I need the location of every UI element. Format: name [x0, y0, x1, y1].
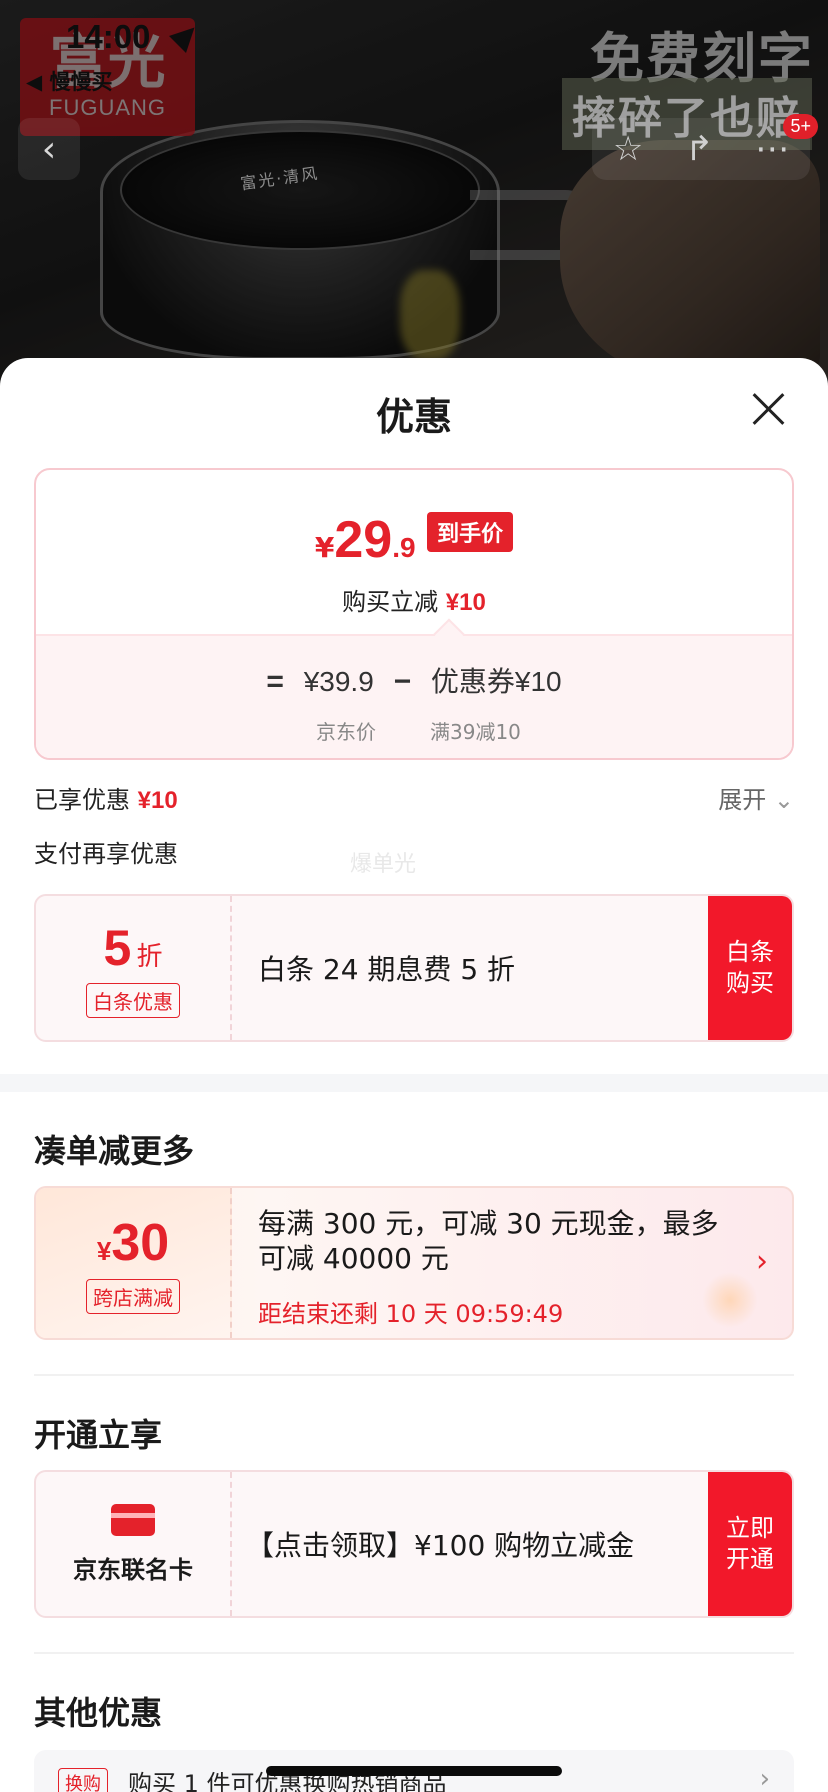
- watermark-text: 爆单光: [350, 852, 417, 877]
- chevron-down-icon: ⌄: [773, 786, 794, 814]
- fullcut-tag: 跨店满减: [86, 1278, 180, 1314]
- final-price-decimal: .9: [392, 532, 416, 563]
- formula-jd-price: ¥39.9: [303, 666, 374, 697]
- final-price: ¥29.9 到手价: [36, 510, 792, 570]
- enjoyed-discount-amount: ¥10: [137, 787, 178, 814]
- discount-sheet: 优惠 ¥29.9 到手价 购买立减 ¥10 = ¥39.9 − 优惠券¥10 京…: [0, 358, 828, 1792]
- final-price-tag: 到手价: [427, 512, 514, 552]
- enjoyed-discount: 已享优惠 ¥10: [34, 780, 178, 815]
- instant-discount-label: 购买立减: [342, 588, 439, 616]
- baitiao-coupon: 5 折 白条优惠 白条 24 期息费 5 折 白条 购买: [34, 894, 794, 1042]
- open-now-button[interactable]: 立即 开通: [708, 1472, 792, 1616]
- final-price-currency: ¥: [314, 531, 335, 564]
- sheet-title: 优惠: [375, 395, 452, 439]
- formula-coupon-label: 满39减10: [430, 720, 521, 744]
- cross-store-fullcut-card[interactable]: ¥30 跨店满减 每满 300 元，可减 30 元现金，最多可减 40000 元…: [34, 1186, 794, 1340]
- final-price-card: ¥29.9 到手价 购买立减 ¥10 = ¥39.9 − 优惠券¥10 京东价 …: [34, 468, 794, 760]
- price-formula-box: = ¥39.9 − 优惠券¥10 京东价 满39减10: [36, 634, 792, 758]
- baitiao-desc: 白条 24 期息费 5 折: [258, 953, 516, 986]
- modal-overlay[interactable]: [0, 0, 828, 380]
- enjoyed-discount-label: 已享优惠: [34, 786, 130, 814]
- fullcut-left: ¥30 跨店满减: [36, 1188, 232, 1338]
- formula-equals: =: [266, 665, 284, 698]
- credit-card-icon: [111, 1503, 155, 1536]
- exchange-tag: 换购: [58, 1768, 108, 1792]
- section-divider: [0, 1074, 828, 1092]
- section-title-more: 凑单减更多: [34, 1132, 195, 1170]
- divider-line: [34, 1374, 794, 1376]
- baitiao-discount-unit: 折: [136, 941, 163, 972]
- status-bar-time: 14:00: [66, 18, 151, 55]
- fullcut-text: 每满 300 元，可减 30 元现金，最多可减 40000 元: [258, 1207, 719, 1275]
- chevron-right-icon: ›: [759, 1764, 770, 1792]
- star-icon[interactable]: ☆: [613, 129, 643, 169]
- chevron-right-icon: ›: [756, 1244, 768, 1279]
- chevron-left-icon: ‹: [41, 128, 57, 170]
- formula-minus: −: [393, 665, 412, 698]
- divider-line: [34, 1652, 794, 1654]
- final-price-integer: 29: [334, 511, 393, 569]
- close-icon[interactable]: [746, 386, 792, 432]
- baitiao-coupon-left: 5 折 白条优惠: [36, 896, 232, 1040]
- home-indicator[interactable]: [266, 1766, 562, 1776]
- open-now-line1: 立即: [726, 1513, 774, 1542]
- baitiao-buy-button[interactable]: 白条 购买: [708, 896, 792, 1040]
- formula-jd-price-label: 京东价: [316, 720, 376, 744]
- sparkle-decoration: [702, 1272, 758, 1328]
- instant-discount: 购买立减 ¥10: [36, 582, 792, 617]
- product-image-background: 富光·清风 富光 FUGUANG 免费刻字 摔碎了也赔 14:00 ◀ 慢慢买 …: [0, 0, 828, 380]
- top-action-group: ☆ ↱ ⋯: [592, 118, 810, 180]
- instant-discount-amount: ¥10: [445, 589, 486, 616]
- baitiao-buy-line2: 购买: [726, 969, 774, 997]
- fullcut-amount: 30: [111, 1213, 170, 1272]
- baitiao-tag: 白条优惠: [86, 982, 180, 1018]
- formula-coupon: 优惠券¥10: [430, 666, 562, 697]
- back-button[interactable]: ‹: [18, 118, 80, 180]
- baitiao-discount-number: 5: [103, 919, 132, 976]
- expand-label: 展开: [718, 786, 767, 814]
- more-icon[interactable]: ⋯: [755, 129, 789, 169]
- cobrand-desc: 【点击领取】¥100 购物立减金: [246, 1529, 635, 1562]
- share-icon[interactable]: ↱: [685, 129, 714, 169]
- pay-more-label: 支付再享优惠: [34, 840, 178, 868]
- price-formula: = ¥39.9 − 优惠券¥10: [36, 660, 792, 700]
- status-bar-back-to-app[interactable]: ◀ 慢慢买: [26, 66, 112, 96]
- fullcut-countdown: 距结束还剩 10 天 09:59:49: [258, 1300, 564, 1328]
- fullcut-currency: ¥: [96, 1235, 112, 1266]
- baitiao-buy-line1: 白条: [726, 937, 774, 966]
- cobrand-left: 京东联名卡: [36, 1472, 232, 1616]
- expand-button[interactable]: 展开 ⌄: [718, 780, 794, 815]
- section-title-open: 开通立享: [34, 1416, 163, 1454]
- open-now-line2: 开通: [726, 1545, 774, 1573]
- cobrand-card-offer: 京东联名卡 【点击领取】¥100 购物立减金 立即 开通: [34, 1470, 794, 1618]
- message-count-badge: 5+: [783, 114, 818, 139]
- cobrand-label: 京东联名卡: [73, 1555, 193, 1584]
- section-title-other: 其他优惠: [34, 1694, 163, 1732]
